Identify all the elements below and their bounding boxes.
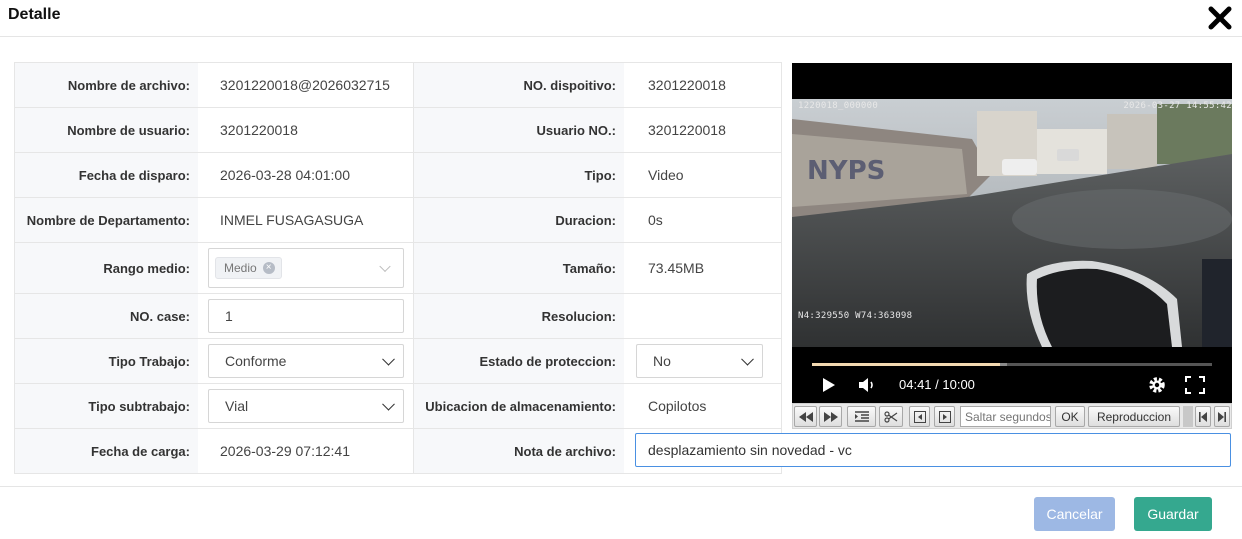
osd-device-id: 1220018_000000 [798,101,879,111]
value-nombre-usuario: 3201220018 [220,122,298,138]
svg-text:NYPS: NYPS [807,156,885,186]
form-row: Nombre de usuario: 3201220018 Usuario NO… [15,108,781,153]
value-fecha-disparo: 2026-03-28 04:01:00 [220,167,350,183]
nota-archivo-value: desplazamiento sin novedad - vc [648,442,852,458]
dialog-title: Detalle [8,6,61,23]
label-tipo: Tipo: [413,153,624,197]
chevron-down-icon [379,260,391,273]
osd-timestamp: 2026-03-27 14:55:42 [1123,101,1232,111]
skip-end-icon[interactable] [1214,406,1230,427]
label-no-dispositivo: NO. dispoitivo: [413,63,624,107]
tipo-trabajo-value: Conforme [225,353,287,369]
tipo-trabajo-select[interactable]: Conforme [208,344,404,378]
label-departamento: Nombre de Departamento: [15,198,198,242]
label-nombre-usuario: Nombre de usuario: [15,108,198,152]
value-duracion: 0s [648,212,663,228]
chevron-down-icon [382,397,395,411]
value-nombre-archivo: 3201220018@2026032715 [220,77,390,93]
no-case-input[interactable]: 1 [208,299,404,333]
value-departamento: INMEL FUSAGASUGA [220,212,364,228]
video-frame: NYPS [792,99,1232,347]
list-indent-icon[interactable] [847,406,876,427]
label-tipo-trabajo: Tipo Trabajo: [15,339,198,383]
scissors-icon[interactable] [879,406,903,427]
video-time: 04:41 / 10:00 [899,377,975,392]
dialog-header: Detalle [0,0,1242,37]
label-nombre-archivo: Nombre de archivo: [15,63,198,107]
label-usuario-no: Usuario NO.: [413,108,624,152]
detail-form: Nombre de archivo: 3201220018@2026032715… [14,62,782,474]
form-row: Fecha de disparo: 2026-03-28 04:01:00 Ti… [15,153,781,198]
osd-coordinates: N4:329550 W74:363098 [798,311,913,321]
frame-back-icon[interactable] [909,406,930,427]
rewind-icon[interactable] [794,406,817,427]
fast-forward-icon[interactable] [819,406,842,427]
skip-start-icon[interactable] [1195,406,1211,427]
playback-mode-button[interactable]: Reproduccion [1088,406,1180,427]
fullscreen-icon[interactable] [1185,376,1205,399]
label-fecha-carga: Fecha de carga: [15,429,198,473]
form-row: Rango medio: Medio × Tamaño: 73.45MB [15,243,781,294]
label-fecha-disparo: Fecha de disparo: [15,153,198,197]
footer-divider [0,486,1242,487]
label-rango-medio: Rango medio: [15,243,198,293]
frame-forward-icon[interactable] [934,406,955,427]
rango-medio-select[interactable]: Medio × [208,248,404,288]
playback-toolbar: OK Reproduccion [792,403,1232,429]
settings-gear-icon[interactable] [1147,375,1167,400]
seek-ok-button[interactable]: OK [1055,406,1085,427]
label-tamano: Tamaño: [413,243,624,293]
form-row: Nombre de Departamento: INMEL FUSAGASUGA… [15,198,781,243]
volume-icon[interactable] [858,377,878,398]
progress-played [812,363,1000,366]
value-tipo: Video [648,167,684,183]
value-resolucion [624,294,781,338]
value-fecha-carga: 2026-03-29 07:12:41 [220,443,350,459]
tag-remove-icon[interactable]: × [262,262,275,274]
seek-seconds-input[interactable] [960,406,1051,427]
chevron-down-icon [382,352,395,366]
form-row: Nombre de archivo: 3201220018@2026032715… [15,63,781,108]
label-tipo-subtrabajo: Tipo subtrabajo: [15,384,198,428]
toolbar-scrollbar[interactable] [1183,406,1193,427]
label-duracion: Duracion: [413,198,624,242]
label-resolucion: Resolucion: [413,294,624,338]
nota-archivo-input[interactable]: desplazamiento sin novedad - vc [635,433,1231,467]
label-ubicacion: Ubicacion de almacenamiento: [413,384,624,428]
value-usuario-no: 3201220018 [648,122,726,138]
label-no-case: NO. case: [15,294,198,338]
label-nota-archivo: Nota de archivo: [413,429,624,473]
label-estado-proteccion: Estado de proteccion: [413,339,624,383]
video-player[interactable]: NYPS 1220018_000000 2026-03-27 14:55:42 … [792,63,1232,403]
rango-medio-tag-label: Medio [224,261,257,275]
close-icon[interactable] [1206,4,1234,32]
value-tamano: 73.45MB [648,260,705,276]
estado-proteccion-value: No [653,353,671,369]
save-button[interactable]: Guardar [1134,497,1212,531]
rango-medio-tag: Medio × [215,257,282,279]
value-no-dispositivo: 3201220018 [648,77,726,93]
cancel-button[interactable]: Cancelar [1034,497,1115,531]
form-row: NO. case: 1 Resolucion: [15,294,781,339]
value-ubicacion: Copilotos [648,398,707,414]
form-row: Tipo Trabajo: Conforme Estado de protecc… [15,339,781,384]
estado-proteccion-select[interactable]: No [636,344,763,378]
chevron-down-icon [741,352,754,366]
form-row: Tipo subtrabajo: Vial Ubicacion de almac… [15,384,781,429]
tipo-subtrabajo-select[interactable]: Vial [208,389,404,423]
play-icon[interactable] [822,377,836,398]
video-progress-bar[interactable] [812,363,1212,366]
tipo-subtrabajo-value: Vial [225,398,249,414]
